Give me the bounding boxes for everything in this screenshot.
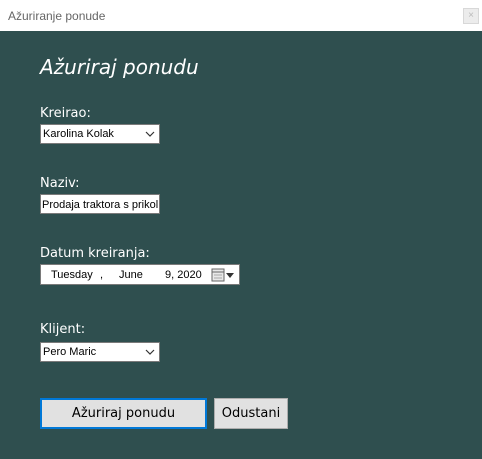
date-month[interactable]: June	[119, 269, 143, 281]
naziv-input[interactable]	[41, 197, 158, 213]
date-day-year[interactable]: 9, 2020	[165, 269, 202, 281]
form-area: Ažuriraj ponudu Kreirao: Karolina Kolak …	[0, 31, 482, 459]
naziv-field[interactable]	[40, 194, 160, 214]
kreirao-value: Karolina Kolak	[43, 128, 114, 140]
date-separator: ,	[100, 269, 104, 281]
datum-label: Datum kreiranja:	[40, 246, 150, 261]
kreirao-dropdown[interactable]: Karolina Kolak	[40, 124, 160, 144]
datum-picker[interactable]: Tuesday , June 9, 2020	[40, 264, 240, 285]
klijent-label: Klijent:	[40, 322, 86, 337]
close-button[interactable]: ×	[463, 8, 479, 24]
update-offer-button[interactable]: Ažuriraj ponudu	[40, 398, 207, 429]
kreirao-label: Kreirao:	[40, 106, 91, 121]
cancel-button[interactable]: Odustani	[214, 398, 288, 429]
chevron-down-icon[interactable]	[144, 128, 156, 140]
naziv-label: Naziv:	[40, 176, 80, 191]
klijent-value: Pero Maric	[43, 346, 97, 358]
window-title: Ažuriranje ponude	[8, 9, 106, 23]
chevron-down-icon[interactable]	[144, 346, 156, 358]
calendar-icon[interactable]	[211, 268, 235, 282]
date-weekday[interactable]: Tuesday	[51, 269, 93, 281]
title-bar: Ažuriranje ponude ×	[0, 0, 482, 31]
page-title: Ažuriraj ponudu	[40, 55, 199, 79]
klijent-dropdown[interactable]: Pero Maric	[40, 342, 160, 362]
